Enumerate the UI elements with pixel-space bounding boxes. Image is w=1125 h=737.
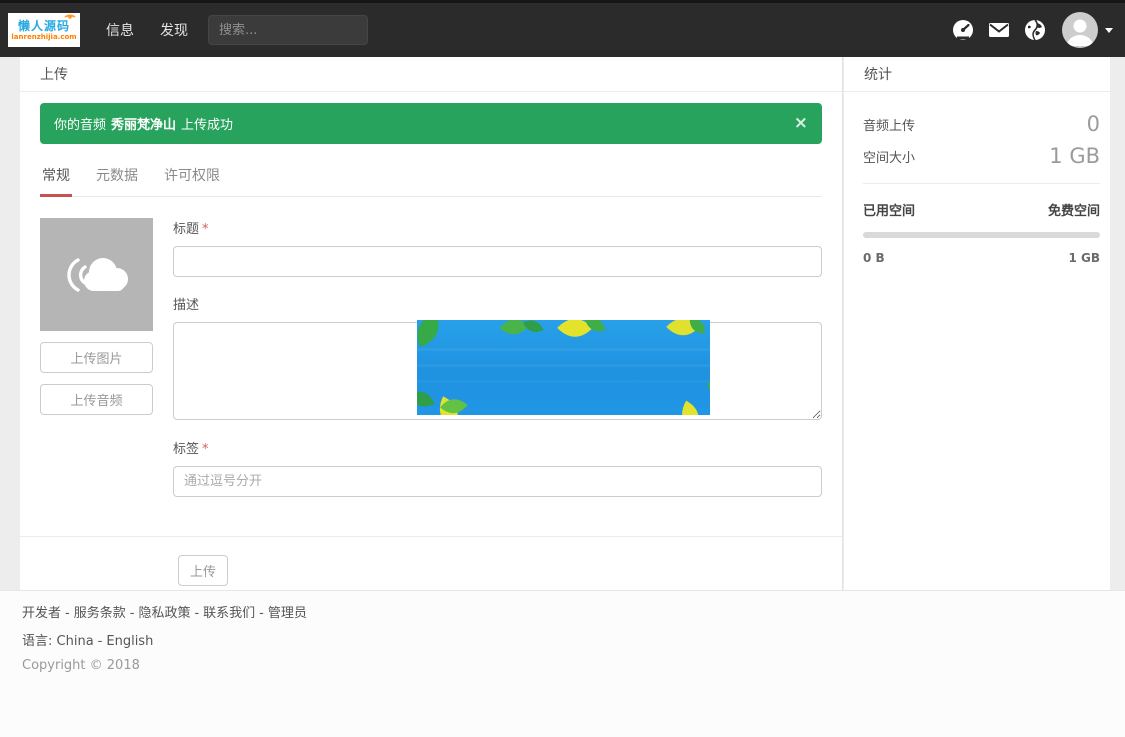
total-space-value: 1 GB bbox=[1068, 251, 1100, 265]
upload-image-button[interactable]: 上传图片 bbox=[40, 342, 153, 373]
sidebar-body: 音频上传 0 空间大小 1 GB 已用空间 免费空间 0 B 1 GB bbox=[844, 92, 1110, 265]
tab-general[interactable]: 常规 bbox=[40, 161, 72, 197]
search-input[interactable] bbox=[208, 15, 368, 45]
media-column: 上传图片 上传音频 bbox=[40, 218, 153, 497]
stats-sidebar: 统计 音频上传 0 空间大小 1 GB 已用空间 免费空间 bbox=[844, 57, 1110, 590]
caret-down-icon bbox=[1105, 28, 1113, 33]
title-input[interactable] bbox=[173, 246, 822, 277]
close-icon[interactable]: × bbox=[794, 115, 808, 132]
upload-tabs: 常规 元数据 许可权限 bbox=[40, 161, 822, 197]
submit-upload-button[interactable]: 上传 bbox=[178, 555, 228, 586]
footer-link-privacy[interactable]: 隐私政策 bbox=[138, 606, 190, 621]
storage-values: 0 B 1 GB bbox=[863, 251, 1100, 265]
tags-label: 标签* bbox=[173, 438, 822, 457]
language-label: 语言: bbox=[22, 634, 52, 649]
description-label: 描述 bbox=[173, 294, 822, 313]
main-nav: 信息 发现 bbox=[80, 20, 188, 40]
required-mark: * bbox=[202, 222, 209, 237]
mail-icon[interactable] bbox=[988, 19, 1010, 41]
tags-input[interactable] bbox=[173, 466, 822, 497]
used-space-value: 0 B bbox=[863, 251, 885, 265]
top-navbar: 懒人源码 lanrenzhijia.com 信息 发现 bbox=[0, 0, 1125, 57]
navbar-actions bbox=[938, 12, 1113, 48]
footer-link-developers[interactable]: 开发者 bbox=[22, 606, 61, 621]
leaves-decoration bbox=[417, 320, 710, 415]
cloud-icon bbox=[58, 248, 136, 302]
alert-text-prefix: 你的音频 bbox=[54, 114, 106, 133]
footer-link-contact[interactable]: 联系我们 bbox=[203, 606, 255, 621]
language-link-china[interactable]: China bbox=[57, 634, 94, 649]
site-logo[interactable]: 懒人源码 lanrenzhijia.com bbox=[8, 13, 80, 47]
nav-item-discover[interactable]: 发现 bbox=[160, 20, 188, 40]
footer-language: 语言: China-English bbox=[22, 630, 1103, 649]
globe-icon[interactable] bbox=[1024, 19, 1046, 41]
avatar bbox=[1062, 12, 1098, 48]
sidebar-divider bbox=[863, 183, 1100, 184]
free-space-label: 免费空间 bbox=[1048, 200, 1100, 219]
app-root: 懒人源码 lanrenzhijia.com 信息 发现 bbox=[0, 0, 1125, 737]
user-menu[interactable] bbox=[1062, 12, 1113, 48]
dashboard-icon[interactable] bbox=[952, 19, 974, 41]
stat-label: 音频上传 bbox=[863, 115, 915, 134]
page-title: 上传 bbox=[20, 57, 842, 92]
signal-icon bbox=[62, 4, 78, 23]
storage-progress-bar bbox=[863, 232, 1100, 238]
nav-item-messages[interactable]: 信息 bbox=[106, 20, 134, 40]
promo-image bbox=[417, 320, 710, 415]
tab-permissions[interactable]: 许可权限 bbox=[162, 161, 222, 196]
required-mark: * bbox=[202, 442, 209, 457]
stat-value: 0 bbox=[1087, 112, 1100, 136]
alert-filename: 秀丽梵净山 bbox=[111, 114, 176, 133]
language-link-english[interactable]: English bbox=[106, 634, 153, 649]
form-divider bbox=[20, 536, 842, 537]
alert-text-suffix: 上传成功 bbox=[181, 114, 233, 133]
stat-label: 空间大小 bbox=[863, 147, 915, 166]
used-space-label: 已用空间 bbox=[863, 200, 915, 219]
storage-labels: 已用空间 免费空间 bbox=[863, 200, 1100, 219]
page-footer: 开发者-服务条款-隐私政策-联系我们-管理员 语言: China-English… bbox=[0, 590, 1125, 737]
stat-audio-uploads: 音频上传 0 bbox=[863, 112, 1100, 136]
footer-link-terms[interactable]: 服务条款 bbox=[74, 606, 126, 621]
sidebar-title: 统计 bbox=[844, 57, 1110, 92]
footer-links: 开发者-服务条款-隐私政策-联系我们-管理员 bbox=[22, 602, 1103, 621]
upload-audio-button[interactable]: 上传音频 bbox=[40, 384, 153, 415]
audio-thumbnail bbox=[40, 218, 153, 331]
copyright-text: Copyright © 2018 bbox=[22, 658, 1103, 673]
footer-link-admin[interactable]: 管理员 bbox=[268, 606, 307, 621]
stat-value: 1 GB bbox=[1049, 144, 1100, 168]
stat-space-size: 空间大小 1 GB bbox=[863, 144, 1100, 168]
tab-metadata[interactable]: 元数据 bbox=[94, 161, 140, 196]
success-alert: 你的音频 秀丽梵净山 上传成功 × bbox=[40, 103, 822, 144]
logo-subtitle: lanrenzhijia.com bbox=[11, 33, 76, 41]
title-label: 标题* bbox=[173, 218, 822, 237]
